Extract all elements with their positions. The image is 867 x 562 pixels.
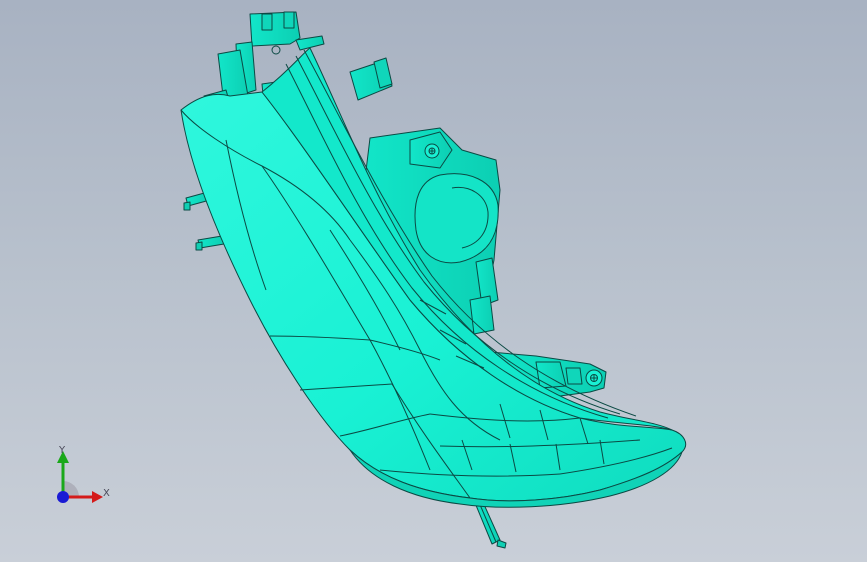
headlamp-3d-model[interactable]: [0, 0, 867, 562]
x-axis-label: X: [103, 488, 110, 499]
x-axis-arrowhead: [92, 491, 103, 503]
triad-axes-icon: [57, 451, 103, 503]
top-connector: [349, 57, 393, 101]
coordinate-triad: Y X: [40, 435, 120, 515]
y-axis-label: Y: [59, 445, 66, 456]
cad-graphics-viewport[interactable]: Y X: [0, 0, 867, 562]
z-axis-dot: [57, 491, 69, 503]
